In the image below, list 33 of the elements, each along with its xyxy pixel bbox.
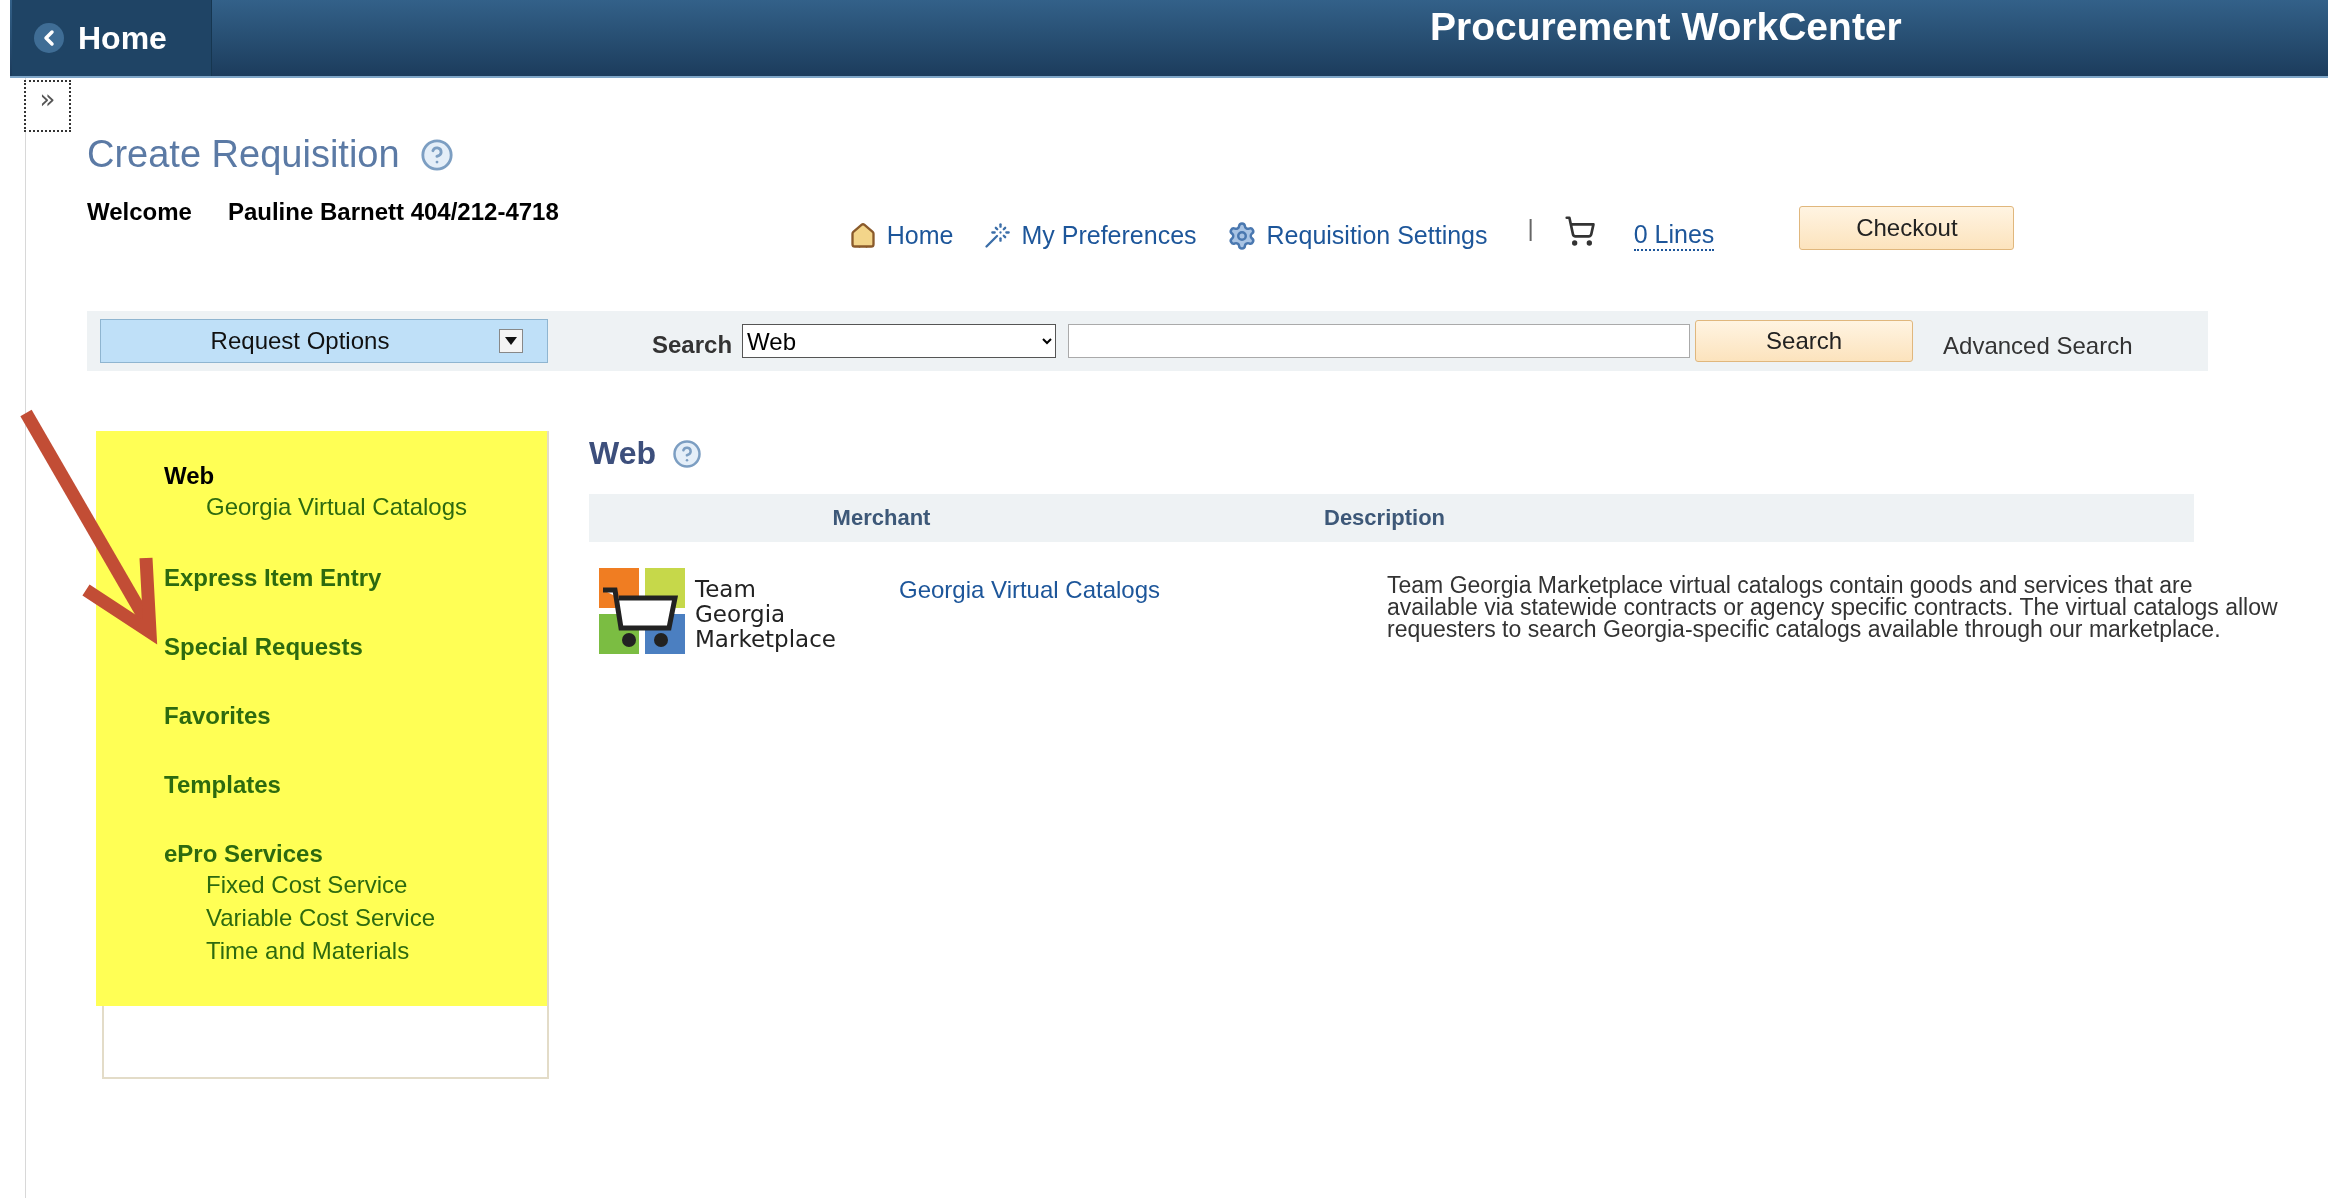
merchant-description: Team Georgia Marketplace virtual catalogs contain goods and services that are available via statewide contracts or agency specific contracts. The virtual catalogs allow requesters to search Georgia-specific catalogs available through our marketplace. <box>1387 574 2279 640</box>
cart-lines-link[interactable]: 0 Lines <box>1633 220 1715 251</box>
checkout-button[interactable]: Checkout <box>1799 205 2015 250</box>
request-options-button[interactable]: Request Options <box>100 319 548 363</box>
advanced-search-link[interactable]: Advanced Search <box>1943 332 2133 360</box>
sidebar-item[interactable]: Express Item Entry <box>164 563 547 592</box>
sidebar-subitem[interactable]: Variable Cost Service <box>164 901 547 934</box>
user-name: Pauline Barnett 404/212-4718 <box>227 198 559 226</box>
sidebar-item[interactable]: ePro Services <box>164 839 547 868</box>
separator: | <box>1527 213 1534 242</box>
page-title: Create Requisition <box>87 133 400 176</box>
column-header: Description <box>1324 505 1447 531</box>
collapse-toggle[interactable]: » <box>24 80 71 132</box>
toolbar-link[interactable]: Requisition Settings <box>1226 220 1488 251</box>
sidebar-item[interactable]: Web <box>164 461 547 490</box>
search-button[interactable]: Search <box>1695 320 1914 362</box>
logo-text: Team Georgia Marketplace <box>695 576 836 652</box>
welcome-label: Welcome <box>87 198 192 226</box>
column-header: Merchant <box>831 505 932 531</box>
sidebar-subitem[interactable]: Fixed Cost Service <box>164 868 547 901</box>
home-button[interactable]: Home <box>12 0 212 76</box>
search-label: Search <box>652 331 733 359</box>
toolbar-link[interactable]: My Preferences <box>983 221 1197 250</box>
sidebar-item[interactable]: Templates <box>164 770 547 799</box>
sidebar-subitem[interactable]: Time and Materials <box>164 934 547 967</box>
sidebar-subitem[interactable]: Georgia Virtual Catalogs <box>164 490 547 523</box>
sidebar-item[interactable]: Special Requests <box>164 632 547 661</box>
scope-dropdown[interactable]: Web <box>742 324 1057 358</box>
section-title: Web <box>589 435 656 472</box>
sidebar-item[interactable]: Favorites <box>164 701 547 730</box>
header-title: Procurement WorkCenter <box>1430 5 1902 49</box>
toolbar-link[interactable]: Home <box>848 221 954 250</box>
merchant-link[interactable]: Georgia Virtual Catalogs <box>899 576 1387 604</box>
